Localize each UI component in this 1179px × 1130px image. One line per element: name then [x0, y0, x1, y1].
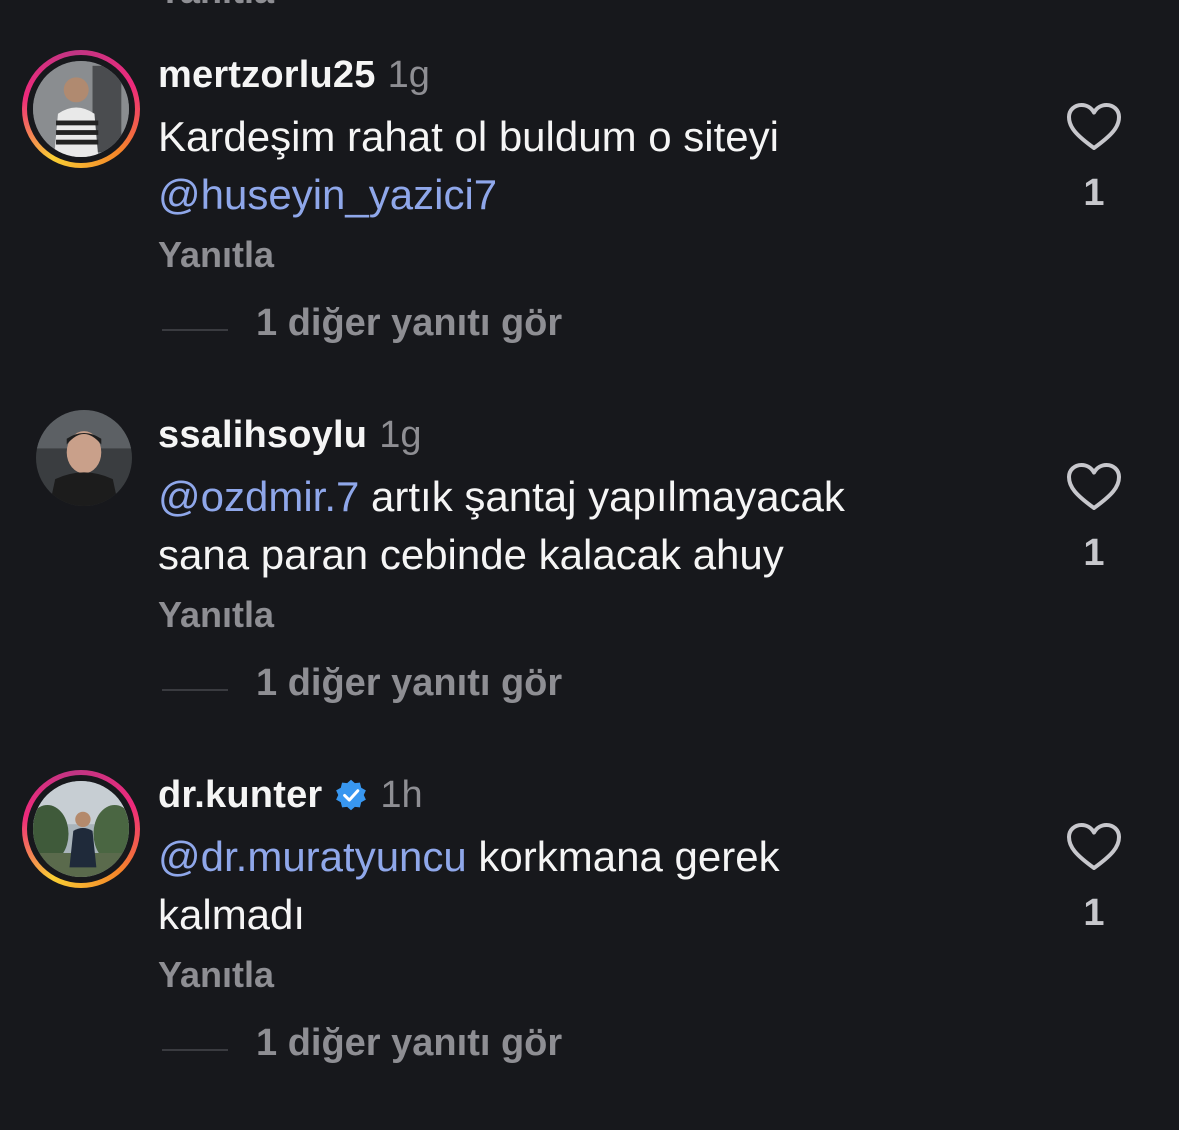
avatar[interactable] — [22, 50, 140, 168]
comment-header: mertzorlu25 1g — [158, 50, 430, 100]
timestamp: 1h — [380, 773, 423, 816]
comment-text: @ozdmir.7 artık şantaj yapılmayacak sana… — [158, 468, 1038, 584]
view-more-replies-button[interactable]: 1 diğer yanıtı gör — [256, 1022, 562, 1065]
like-count: 1 — [1083, 172, 1105, 214]
heart-icon[interactable] — [1066, 822, 1122, 872]
comment-header: dr.kunter 1h — [158, 770, 423, 820]
divider-line — [162, 329, 228, 331]
avatar-photo-icon — [33, 781, 129, 877]
comment-item: dr.kunter 1h @dr.muratyuncu korkmana ger… — [0, 770, 1179, 1130]
heart-icon[interactable] — [1066, 102, 1122, 152]
comment-text-line: korkmana gerek — [466, 833, 780, 880]
comment-text-line: sana paran cebinde kalacak ahuy — [158, 531, 784, 578]
reply-button-previous[interactable]: Yanıtla — [158, 0, 274, 12]
comment-item: ssalihsoylu 1g @ozdmir.7 artık şantaj ya… — [0, 410, 1179, 770]
avatar[interactable] — [36, 410, 132, 506]
heart-icon[interactable] — [1066, 462, 1122, 512]
mention-link[interactable]: @dr.muratyuncu — [158, 833, 467, 880]
comment-text-line: artık şantaj yapılmayacak — [359, 473, 845, 520]
divider-line — [162, 689, 228, 691]
avatar-photo-icon — [36, 410, 132, 506]
avatar[interactable] — [22, 770, 140, 888]
reply-button[interactable]: Yanıtla — [158, 234, 274, 276]
avatar-photo-icon — [33, 61, 129, 157]
comment-header: ssalihsoylu 1g — [158, 410, 421, 460]
reply-button[interactable]: Yanıtla — [158, 954, 274, 996]
timestamp: 1g — [379, 413, 422, 456]
like-count: 1 — [1083, 892, 1105, 934]
comment-text-line: kalmadı — [158, 891, 306, 938]
comment-text-line: Kardeşim rahat ol buldum o siteyi — [158, 113, 779, 160]
view-more-replies-button[interactable]: 1 diğer yanıtı gör — [256, 302, 562, 345]
username[interactable]: ssalihsoylu — [158, 414, 367, 457]
view-more-replies-button[interactable]: 1 diğer yanıtı gör — [256, 662, 562, 705]
comment-text: @dr.muratyuncu korkmana gerek kalmadı — [158, 828, 1038, 944]
username[interactable]: dr.kunter — [158, 774, 322, 817]
divider-line — [162, 1049, 228, 1051]
like-count: 1 — [1083, 532, 1105, 574]
comment-item: mertzorlu25 1g Kardeşim rahat ol buldum … — [0, 50, 1179, 410]
mention-link[interactable]: @ozdmir.7 — [158, 473, 359, 520]
mention-link[interactable]: @huseyin_yazici7 — [158, 171, 497, 218]
comment-text: Kardeşim rahat ol buldum o siteyi @husey… — [158, 108, 1038, 224]
reply-button[interactable]: Yanıtla — [158, 594, 274, 636]
timestamp: 1g — [387, 53, 430, 96]
username[interactable]: mertzorlu25 — [158, 54, 376, 97]
verified-badge-icon — [336, 779, 367, 811]
